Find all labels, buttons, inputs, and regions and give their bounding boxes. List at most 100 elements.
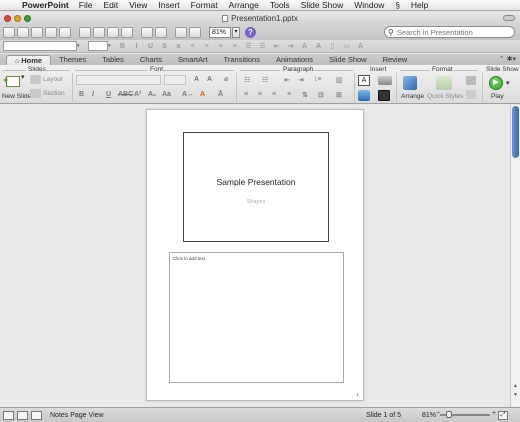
slide-thumbnail[interactable]: Sample Presentation Shapes: [183, 132, 329, 242]
ribbon-bold-icon[interactable]: B: [79, 91, 84, 98]
menu-view[interactable]: View: [129, 0, 147, 10]
quick-styles-button[interactable]: Quick Styles: [427, 75, 463, 103]
superscript-icon[interactable]: A²: [134, 91, 141, 98]
scroll-down-icon[interactable]: ▼: [512, 392, 519, 399]
undo-icon[interactable]: [141, 26, 153, 38]
zoom-field[interactable]: 81%: [209, 26, 231, 38]
section-button[interactable]: Section: [30, 89, 70, 98]
layout-button[interactable]: Layout: [30, 75, 70, 84]
decrease-indent-icon[interactable]: ⇤: [272, 42, 281, 51]
tab-transitions[interactable]: Transitions: [216, 55, 268, 65]
script-menu-icon[interactable]: §: [395, 1, 399, 10]
highlight-icon[interactable]: Ā: [218, 91, 223, 98]
italic-icon[interactable]: I: [132, 42, 141, 51]
clear-format-icon[interactable]: ⌀: [224, 75, 228, 83]
ribbon-strike-icon[interactable]: ABC: [118, 91, 133, 98]
ribbon-increase-indent-icon[interactable]: ⇥: [298, 76, 304, 84]
cut-icon[interactable]: [79, 26, 91, 38]
app-menu[interactable]: PowerPoint: [22, 0, 69, 10]
zoom-dropdown-icon[interactable]: ▾: [232, 26, 240, 38]
menu-insert[interactable]: Insert: [158, 0, 179, 10]
paste-icon[interactable]: [107, 26, 119, 38]
line-spacing-icon[interactable]: ↕≡: [314, 76, 322, 83]
toolbar-toggle-button[interactable]: [503, 15, 515, 21]
ribbon-numbering-icon[interactable]: ☷: [262, 76, 268, 84]
copy-icon[interactable]: [93, 26, 105, 38]
increase-indent-icon[interactable]: ⇥: [286, 42, 295, 51]
text-direction-icon[interactable]: ⇅: [302, 91, 308, 99]
new-document-icon[interactable]: [3, 26, 15, 38]
align-text-icon[interactable]: ⊟: [318, 91, 324, 99]
subscript-icon[interactable]: A₂: [148, 91, 156, 98]
font-size-dropdown-icon[interactable]: ▾: [108, 41, 113, 51]
bullets-icon[interactable]: ☰: [244, 42, 253, 51]
shape-fill-icon[interactable]: [466, 76, 476, 85]
ribbon-justify-icon[interactable]: ≡: [287, 91, 291, 98]
ribbon-font-color-icon[interactable]: A: [200, 91, 205, 98]
menu-slide-show[interactable]: Slide Show: [301, 0, 344, 10]
slide-sorter-icon[interactable]: [175, 26, 187, 38]
columns-icon[interactable]: ▯: [328, 42, 337, 51]
open-icon[interactable]: [31, 26, 43, 38]
convert-smartart-icon[interactable]: ⊞: [336, 91, 342, 99]
templates-icon[interactable]: [17, 26, 29, 38]
tab-charts[interactable]: Charts: [132, 55, 170, 65]
menu-help[interactable]: Help: [411, 0, 428, 10]
zoom-in-icon[interactable]: +: [492, 410, 496, 417]
font-size-field[interactable]: [88, 41, 108, 51]
notes-placeholder-box[interactable]: Click to add text: [169, 252, 344, 383]
slide-sorter-view-icon[interactable]: [17, 410, 28, 420]
tab-smartart[interactable]: SmartArt: [170, 55, 216, 65]
columns-ribbon-icon[interactable]: ▥: [336, 76, 343, 84]
menu-window[interactable]: Window: [354, 0, 384, 10]
shrink-font-icon[interactable]: A: [207, 76, 212, 83]
align-right-icon[interactable]: ≡: [216, 42, 225, 51]
print-icon[interactable]: [59, 26, 71, 38]
ribbon-bullets-icon[interactable]: ☷: [244, 76, 250, 84]
font-color-icon[interactable]: A: [356, 42, 365, 51]
insert-textbox-icon[interactable]: A: [358, 75, 370, 86]
ribbon-align-right-icon[interactable]: ≡: [272, 91, 276, 98]
font-size-up-icon[interactable]: A: [300, 42, 309, 51]
ribbon-underline-icon[interactable]: U: [106, 91, 111, 98]
fit-to-window-icon[interactable]: ⤢: [498, 411, 508, 420]
insert-shape-icon[interactable]: [378, 76, 392, 85]
shadow-icon[interactable]: S: [160, 42, 169, 51]
tab-themes[interactable]: Themes: [51, 55, 94, 65]
change-case-icon[interactable]: Aa: [162, 91, 171, 98]
search-input[interactable]: [396, 27, 502, 37]
menu-tools[interactable]: Tools: [270, 0, 290, 10]
zoom-slider-knob[interactable]: [446, 411, 452, 418]
tab-slide-show[interactable]: Slide Show: [321, 55, 375, 65]
tab-review[interactable]: Review: [375, 55, 416, 65]
ribbon-font-field[interactable]: [76, 75, 161, 85]
align-center-icon[interactable]: ≡: [202, 42, 211, 51]
numbering-icon[interactable]: ☰: [258, 42, 267, 51]
vertical-scrollbar[interactable]: ▲ ▼: [510, 105, 520, 407]
ribbon-align-center-icon[interactable]: ≡: [258, 91, 262, 98]
ribbon-collapse-icon[interactable]: ⌃ ✱▾: [499, 55, 516, 63]
menu-arrange[interactable]: Arrange: [229, 0, 259, 10]
menu-format[interactable]: Format: [191, 0, 218, 10]
font-name-field[interactable]: [3, 41, 77, 51]
grow-font-icon[interactable]: A: [194, 76, 199, 83]
text-box-icon[interactable]: ▭: [342, 42, 351, 51]
ribbon-italic-icon[interactable]: I: [92, 91, 94, 98]
font-dropdown-icon[interactable]: ▾: [77, 41, 82, 51]
gallery-icon[interactable]: [189, 26, 201, 38]
menu-edit[interactable]: Edit: [103, 0, 118, 10]
search-field[interactable]: ⚲: [384, 26, 515, 38]
scroll-up-icon[interactable]: ▲: [512, 383, 519, 390]
new-slide-dropdown-icon[interactable]: ▾: [21, 73, 25, 81]
redo-icon[interactable]: [155, 26, 167, 38]
ribbon-size-field[interactable]: [164, 75, 186, 85]
ribbon-align-left-icon[interactable]: ≡: [244, 91, 248, 98]
tab-home[interactable]: ⌂ Home: [6, 55, 52, 65]
normal-view-icon[interactable]: [3, 410, 14, 420]
help-icon[interactable]: ?: [245, 26, 256, 38]
ribbon-decrease-indent-icon[interactable]: ⇤: [284, 76, 290, 84]
insert-picture-icon[interactable]: [358, 90, 370, 101]
character-spacing-icon[interactable]: A↔: [182, 91, 194, 98]
bold-icon[interactable]: B: [118, 42, 127, 51]
tab-tables[interactable]: Tables: [94, 55, 132, 65]
